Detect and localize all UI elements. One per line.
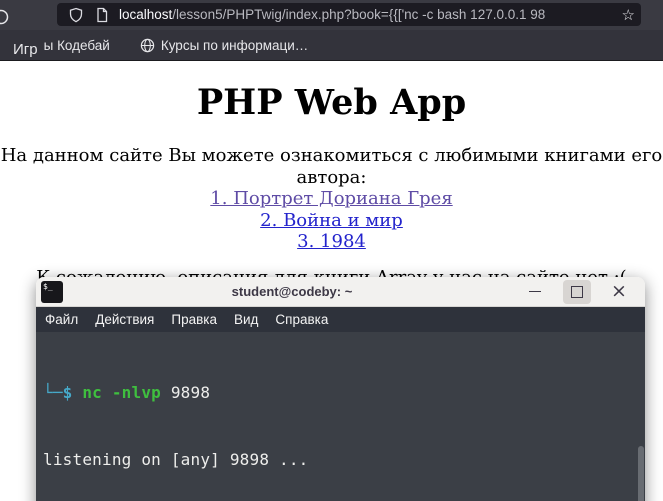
close-icon: × — [611, 280, 627, 302]
book-link-3[interactable]: 3. 1984 — [0, 231, 663, 253]
url-path: /lesson5/PHPTwig/index.php?book={{['nc -… — [172, 7, 546, 22]
menu-view[interactable]: Вид — [234, 312, 258, 327]
command-text: nc -nlvp — [82, 383, 162, 403]
screen: localhost/lesson5/PHPTwig/index.php?book… — [0, 0, 663, 501]
terminal-titlebar[interactable]: $_ student@codeby: ~ × — [36, 277, 645, 307]
terminal-line: └─$ nc -nlvp 9898 — [43, 382, 645, 404]
command-args: 9898 — [161, 383, 211, 403]
terminal-window: $_ student@codeby: ~ × Файл Действия Пра… — [36, 277, 645, 501]
menu-actions[interactable]: Действия — [95, 312, 154, 327]
book-link-1[interactable]: 1. Портрет Дориана Грея — [0, 188, 663, 210]
url-domain: localhost — [119, 7, 173, 22]
shield-icon[interactable] — [68, 7, 84, 23]
maximize-button[interactable] — [563, 279, 591, 304]
scrollbar-thumb[interactable] — [638, 446, 644, 501]
terminal-line: listening on [any] 9898 ... — [43, 450, 309, 470]
partial-toolbar-icon — [0, 9, 9, 25]
window-controls: × — [521, 279, 645, 304]
page-title: PHP Web App — [196, 82, 467, 123]
bookmarks-bar: Игр ы Кодебай Курсы по информаци… — [0, 30, 663, 60]
shell-prompt: └─$ — [43, 383, 83, 403]
intro-text: На данном сайте Вы можете ознакомиться с… — [0, 145, 663, 188]
url-text[interactable]: localhost/lesson5/PHPTwig/index.php?book… — [119, 7, 620, 22]
close-button[interactable]: × — [605, 280, 633, 304]
book-links: 1. Портрет Дориана Грея 2. Война и мир 3… — [0, 188, 663, 253]
minimize-button[interactable] — [521, 280, 549, 304]
url-toolbar: localhost/lesson5/PHPTwig/index.php?book… — [0, 0, 663, 30]
bookmark-star-icon[interactable]: ☆ — [622, 6, 635, 24]
page-content: PHP Web App На данном сайте Вы можете оз… — [0, 61, 663, 288]
bookmark-item-courses[interactable]: Курсы по информаци… — [140, 38, 308, 53]
menu-edit[interactable]: Правка — [171, 312, 217, 327]
book-link-2[interactable]: 2. Война и мир — [0, 210, 663, 232]
bookmark-label: Курсы по информаци… — [160, 37, 309, 53]
address-bar[interactable]: localhost/lesson5/PHPTwig/index.php?book… — [57, 3, 641, 26]
bookmark-label-part: Игр — [13, 40, 38, 58]
url-fade — [579, 5, 613, 25]
page-info-icon[interactable] — [94, 7, 110, 23]
menu-help[interactable]: Справка — [275, 312, 328, 327]
terminal-app-icon: $_ — [41, 280, 63, 303]
terminal-title: student@codeby: ~ — [231, 284, 353, 299]
menu-file[interactable]: Файл — [45, 312, 78, 327]
globe-icon — [140, 38, 155, 52]
bookmark-label-part: ы Кодебай — [43, 37, 110, 53]
terminal-output[interactable]: └─$ nc -nlvp 9898 listening on [any] 989… — [36, 332, 645, 501]
minimize-icon — [529, 291, 541, 292]
bookmark-item-games[interactable]: Игр ы Кодебай — [13, 37, 110, 58]
terminal-menubar: Файл Действия Правка Вид Справка — [36, 307, 645, 332]
maximize-icon — [571, 285, 583, 298]
browser-chrome: localhost/lesson5/PHPTwig/index.php?book… — [0, 0, 663, 61]
